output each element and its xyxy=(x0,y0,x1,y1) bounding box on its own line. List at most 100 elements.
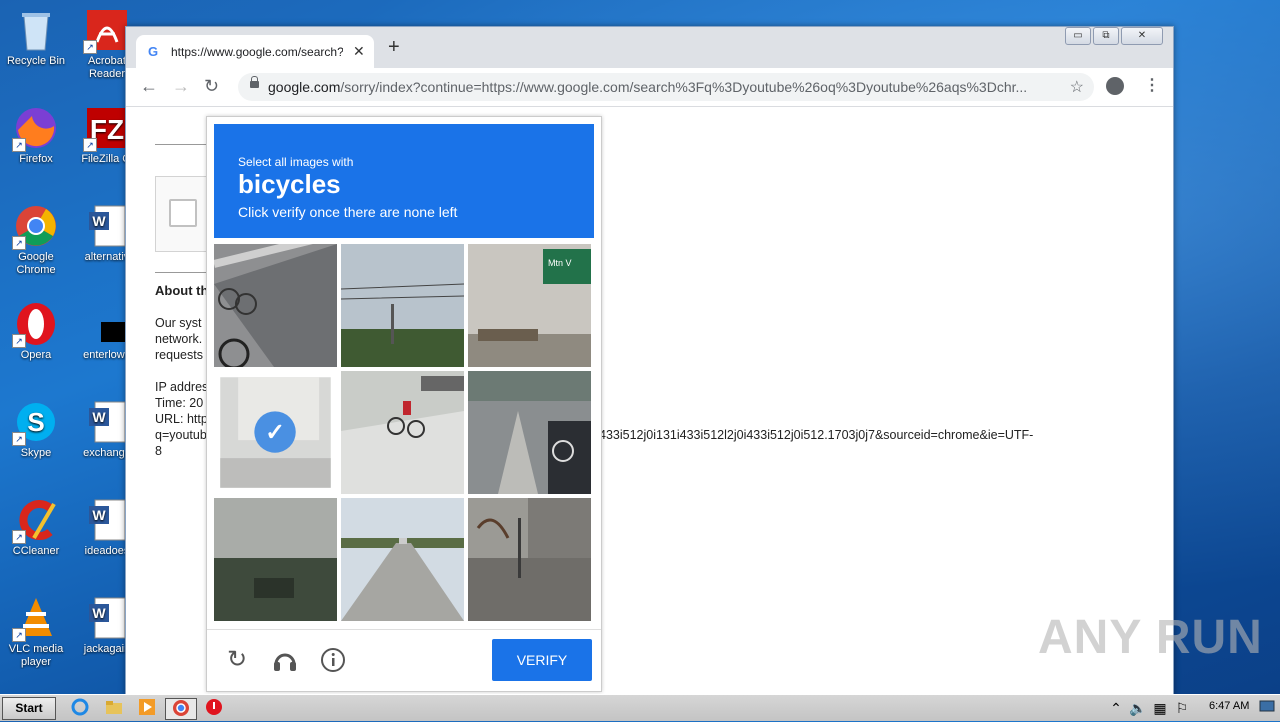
svg-text:Mtn V: Mtn V xyxy=(548,258,572,268)
filezilla-icon: FZ ↗ xyxy=(83,106,129,152)
shortcut-arrow-icon: ↗ xyxy=(12,530,26,544)
image-tile-selected[interactable]: ✓ xyxy=(220,377,331,488)
acrobat-icon: ↗ xyxy=(83,8,129,54)
about-heading: About th xyxy=(155,283,209,298)
forward-arrow-icon[interactable]: → xyxy=(172,76,190,96)
desktop-icon-label: Google Chrome xyxy=(16,251,56,276)
system-tray: ⌃ 🔈 ▦ ⚐ xyxy=(1102,695,1280,721)
reload-icon[interactable]: ↻ xyxy=(204,76,219,96)
audio-challenge-icon[interactable] xyxy=(271,646,299,674)
black-file-icon xyxy=(85,302,129,346)
desktop-icon-label: Firefox xyxy=(19,153,53,165)
vlc-icon: ↗ xyxy=(12,596,58,642)
ip-address-label: IP addres xyxy=(155,380,209,394)
desktop-icon-ccleaner[interactable]: ↗ CCleaner xyxy=(1,498,71,558)
tab-google-search[interactable]: G https://www.google.com/search?q= ✕ xyxy=(136,35,374,68)
image-tile[interactable] xyxy=(214,498,337,621)
tab-strip: G https://www.google.com/search?q= ✕ + ▭… xyxy=(126,27,1173,68)
desktop-icon-chrome[interactable]: ↗ Google Chrome xyxy=(1,204,71,277)
menu-dots-icon[interactable]: ⋮ xyxy=(1144,76,1160,96)
skype-icon: S ↗ xyxy=(12,400,58,446)
url-end: 8 xyxy=(155,444,162,458)
word-doc-icon: W xyxy=(85,596,129,640)
shortcut-arrow-icon: ↗ xyxy=(83,40,97,54)
url-tail: 433i512j0i131i433i512l2j0i433i512j0i512.… xyxy=(599,428,1034,442)
image-tile[interactable] xyxy=(214,244,337,367)
info-icon[interactable] xyxy=(319,646,347,674)
tab-title: https://www.google.com/search?q= xyxy=(171,45,343,59)
image-tile[interactable] xyxy=(468,498,591,621)
network-icon[interactable]: ▦ xyxy=(1150,698,1170,718)
google-favicon-icon: G xyxy=(148,44,159,59)
ccleaner-icon: ↗ xyxy=(12,498,58,544)
minimize-button[interactable]: ▭ xyxy=(1065,27,1091,45)
close-window-button[interactable]: ✕ xyxy=(1121,27,1163,45)
shortcut-arrow-icon: ↗ xyxy=(12,432,26,446)
restore-button[interactable]: ⧉ xyxy=(1093,27,1119,45)
opera-taskbar-icon[interactable] xyxy=(204,698,224,718)
desktop-icon-label: Skype xyxy=(20,447,52,459)
shortcut-arrow-icon: ↗ xyxy=(83,138,97,152)
chrome-icon: ↗ xyxy=(12,204,58,250)
taskbar-clock: 6:47 AM xyxy=(1209,700,1250,712)
about-line-2: network. xyxy=(155,332,203,346)
volume-icon[interactable]: 🔈 xyxy=(1128,698,1148,718)
start-button[interactable]: Start xyxy=(2,697,56,720)
anyrun-watermark: ANY RUN xyxy=(1038,611,1263,664)
firefox-icon: ↗ xyxy=(12,106,58,152)
recaptcha-checkbox[interactable] xyxy=(169,199,197,227)
image-tile[interactable] xyxy=(341,371,464,494)
word-doc-icon: W xyxy=(85,204,129,248)
checkmark-icon: ✓ xyxy=(254,411,296,453)
recaptcha-challenge: Select all images with bicycles Click ve… xyxy=(206,116,602,692)
desktop-icon-skype[interactable]: S ↗ Skype xyxy=(1,400,71,460)
svg-text:S: S xyxy=(27,407,44,437)
url-text: google.com/sorry/index?continue=https://… xyxy=(268,79,1053,95)
reload-challenge-icon[interactable]: ↻ xyxy=(223,646,251,674)
desktop-icon-recycle-bin[interactable]: Recycle Bin xyxy=(1,8,71,68)
action-center-flag-icon[interactable]: ⚐ xyxy=(1172,698,1192,718)
desktop-icon-label: Opera xyxy=(20,349,52,361)
back-arrow-icon[interactable]: ← xyxy=(140,76,158,96)
chrome-taskbar-icon[interactable] xyxy=(165,698,197,720)
desktop-icon-firefox[interactable]: ↗ Firefox xyxy=(1,106,71,166)
tab-close-icon[interactable]: ✕ xyxy=(353,43,365,60)
word-doc-icon: W xyxy=(85,498,129,542)
profile-avatar-icon[interactable] xyxy=(1106,77,1124,95)
new-tab-button[interactable]: + xyxy=(388,37,400,57)
svg-text:W: W xyxy=(92,213,106,229)
verify-button[interactable]: VERIFY xyxy=(492,639,592,681)
shortcut-arrow-icon: ↗ xyxy=(12,628,26,642)
bookmark-star-icon[interactable]: ☆ xyxy=(1070,77,1084,97)
internet-explorer-icon[interactable] xyxy=(70,698,90,718)
recycle-bin-icon xyxy=(14,8,58,52)
tray-expand-icon[interactable]: ⌃ xyxy=(1106,698,1126,718)
address-bar[interactable]: google.com/sorry/index?continue=https://… xyxy=(238,73,1094,101)
opera-icon: ↗ xyxy=(12,302,58,348)
about-line-3: requests xyxy=(155,348,203,362)
image-tile[interactable] xyxy=(468,371,591,494)
explorer-folder-icon[interactable] xyxy=(104,698,124,718)
window-controls: ▭ ⧉ ✕ xyxy=(1063,27,1163,45)
desktop-icon-vlc[interactable]: ↗ VLC media player xyxy=(1,596,71,669)
desktop-icon-opera[interactable]: ↗ Opera xyxy=(1,302,71,362)
url-path: /sorry/index?continue=https://www.google… xyxy=(340,79,1028,95)
desktop-icon-label: Recycle Bin xyxy=(6,55,66,67)
challenge-footer: ↻ VERIFY xyxy=(207,629,601,692)
svg-text:W: W xyxy=(92,409,106,425)
shortcut-arrow-icon: ↗ xyxy=(12,236,26,250)
about-line-1: Our syst xyxy=(155,316,202,330)
image-tile[interactable]: Mtn V xyxy=(468,244,591,367)
media-player-icon[interactable] xyxy=(137,698,157,718)
time-label: Time: 20 xyxy=(155,396,204,410)
show-desktop-icon[interactable] xyxy=(1258,698,1276,718)
shortcut-arrow-icon: ↗ xyxy=(12,334,26,348)
image-tile[interactable] xyxy=(341,498,464,621)
image-tile[interactable] xyxy=(341,244,464,367)
shortcut-arrow-icon: ↗ xyxy=(12,138,26,152)
url-host: google.com xyxy=(268,79,341,95)
svg-text:W: W xyxy=(92,605,106,621)
instruction-sub: Click verify once there are none left xyxy=(238,204,458,220)
lock-icon xyxy=(250,76,259,88)
taskbar: Start ⌃ 🔈 ▦ ⚐ 6:47 AM xyxy=(0,694,1280,721)
